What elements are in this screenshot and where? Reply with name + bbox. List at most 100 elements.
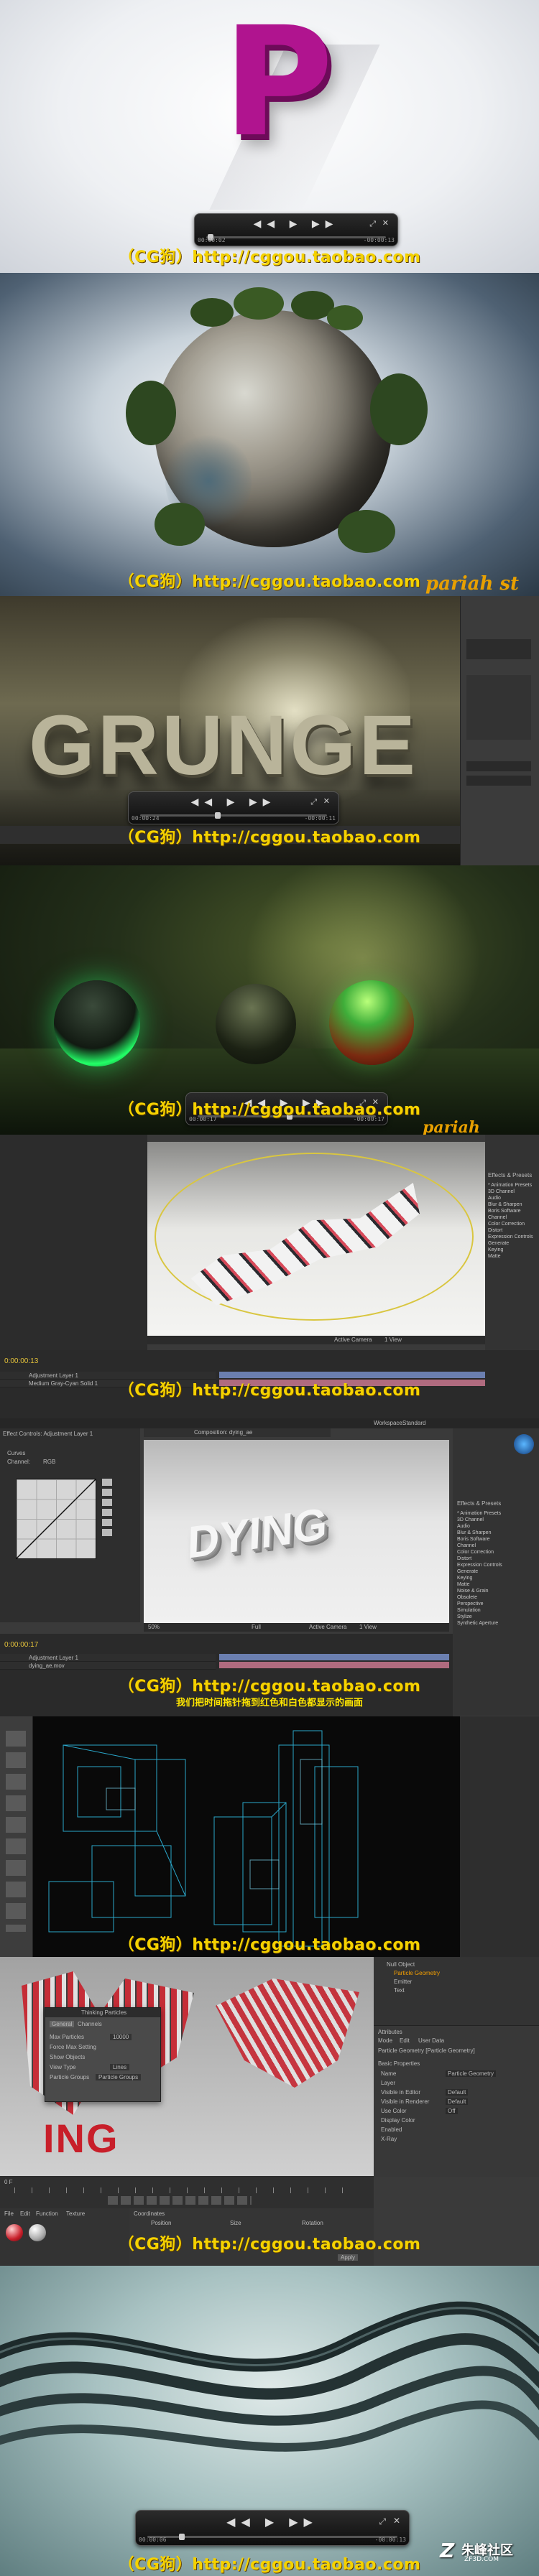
effects-item[interactable]: Boris Software [457,1536,502,1543]
player-controls[interactable]: ◀◀ ▶ ▶▶ [129,796,338,808]
effects-list[interactable]: * Animation Presets 3D Channel Audio Blu… [488,1182,533,1260]
menu-texture[interactable]: Texture [66,2210,85,2217]
use-color-value[interactable]: Off [446,2108,458,2114]
effects-item[interactable]: Color Correction [488,1221,533,1227]
effects-item[interactable]: Generate [488,1240,533,1247]
frame-indicator[interactable]: 0 F [4,2179,13,2185]
effects-item[interactable]: Blur & Sharpen [457,1530,502,1536]
video-player[interactable]: ◀◀ ▶ ▶▶ ⤢ ✕ 00:00:24 -00:00:11 [128,791,339,824]
effects-item[interactable]: Generate [457,1568,502,1575]
panel-c4d-particles: ING Thinking Particles General Channels … [0,1957,539,2266]
particle-groups-value[interactable]: Particle Groups [96,2074,142,2080]
layer-row[interactable]: dying_ae.mov [0,1662,216,1670]
close-icon[interactable]: ✕ [393,2516,400,2526]
fullscreen-icon[interactable]: ⤢ [310,797,317,807]
active-camera-menu[interactable]: Active Camera [334,1336,372,1343]
fullscreen-icon[interactable]: ⤢ [369,219,376,229]
effects-item[interactable]: * Animation Presets [488,1182,533,1189]
effects-item[interactable]: Boris Software [488,1208,533,1214]
scrubber-handle[interactable] [215,812,221,819]
tree-bottom-right [338,510,395,553]
attr-menu-userdata[interactable]: User Data [418,2037,444,2044]
view-layout-menu[interactable]: 1 View [359,1624,377,1630]
viewer-toolbar: 50% Full Active Camera 1 View [144,1623,449,1632]
effects-item[interactable]: Synthetic Aperture [457,1620,502,1627]
fullscreen-icon[interactable]: ⤢ [379,2516,386,2527]
workspace-value[interactable]: Standard [402,1420,425,1426]
effects-item[interactable]: Obsolete [457,1594,502,1601]
scrubber[interactable] [206,236,386,238]
scrubber[interactable] [140,814,327,817]
menu-file[interactable]: File [4,2210,14,2217]
effects-item[interactable]: Expression Controls [488,1234,533,1240]
object-item[interactable]: Emitter [394,1979,412,1985]
player-controls[interactable]: ◀◀ ▶ ▶▶ [136,2515,409,2529]
coords-header-size: Size [230,2220,241,2226]
max-particles-value[interactable]: 10000 [110,2034,132,2040]
effects-item[interactable]: Keying [488,1247,533,1253]
resolution-menu[interactable]: Full [252,1624,261,1630]
visible-editor-value[interactable]: Default [446,2089,469,2096]
effects-item[interactable]: Perspective [457,1601,502,1607]
workspace-label: Workspace: [374,1420,405,1426]
curve-tool-icons[interactable] [102,1479,112,1536]
view-type-value[interactable]: Lines [110,2064,130,2070]
c4d-right-panel [460,1716,539,1957]
apply-button[interactable]: Apply [338,2254,359,2261]
object-item[interactable]: Particle Geometry [394,1970,440,1976]
effects-item[interactable]: Distort [488,1227,533,1234]
effects-item[interactable]: Channel [457,1543,502,1549]
object-item[interactable]: Text [394,1987,405,1994]
effects-item[interactable]: * Animation Presets [457,1510,502,1517]
playback-buttons[interactable] [108,2196,252,2205]
scrubber-handle[interactable] [179,2534,185,2540]
menu-edit[interactable]: Edit [20,2210,30,2217]
composition-tab-label[interactable]: Composition: dying_ae [194,1429,252,1436]
effects-item[interactable]: Matte [488,1253,533,1260]
panel-cables: ◀◀ ▶ ▶▶ ⤢ ✕ 00:00:06 -00:00:13 （CG狗）http… [0,2266,539,2576]
menu-function[interactable]: Function [36,2210,58,2217]
thinking-particles-dialog[interactable]: Thinking Particles General Channels Max … [45,2007,161,2102]
curves-graph[interactable] [16,1479,96,1559]
effects-list[interactable]: * Animation Presets 3D Channel Audio Blu… [457,1510,502,1627]
scrubber[interactable] [147,2536,397,2538]
dialog-tab-general[interactable]: General [50,2021,75,2027]
video-player[interactable]: ◀◀ ▶ ▶▶ ⤢ ✕ 00:00:02 -00:00:13 [194,213,398,246]
player-controls[interactable]: ◀◀ ▶ ▶▶ [195,218,397,230]
channel-value[interactable]: RGB [43,1459,55,1465]
effects-item[interactable]: Audio [457,1523,502,1530]
effects-item[interactable]: Keying [457,1575,502,1581]
attr-menu-edit[interactable]: Edit [400,2037,410,2044]
effects-item[interactable]: Blur & Sharpen [488,1201,533,1208]
effects-item[interactable]: Audio [488,1195,533,1201]
effects-item[interactable]: Channel [488,1214,533,1221]
effects-item[interactable]: Simulation [457,1607,502,1614]
timecode[interactable]: 0:00:00:13 [4,1357,38,1365]
attributes-manager: Attributes Mode Edit User Data Particle … [374,2025,539,2177]
timecode[interactable]: 0:00:00:17 [4,1641,38,1649]
layer-row[interactable]: Adjustment Layer 1 [0,1654,216,1662]
attr-menu-mode[interactable]: Mode [378,2037,392,2044]
active-camera-menu[interactable]: Active Camera [309,1624,346,1630]
object-item[interactable]: Null Object [387,1961,415,1968]
effects-item[interactable]: 3D Channel [457,1517,502,1523]
visible-renderer-value[interactable]: Default [446,2098,469,2105]
view-layout-menu[interactable]: 1 View [384,1336,402,1343]
effects-item[interactable]: Noise & Grain [457,1588,502,1594]
comp-tab[interactable]: Composition: dying_ae [144,1428,331,1437]
effects-item[interactable]: 3D Channel [488,1189,533,1195]
effects-item[interactable]: Stylize [457,1614,502,1620]
video-player[interactable]: ◀◀ ▶ ▶▶ ⤢ ✕ 00:00:06 -00:00:13 [135,2510,410,2546]
close-icon[interactable]: ✕ [323,796,330,806]
dialog-tab-channels[interactable]: Channels [78,2021,102,2027]
effects-item[interactable]: Expression Controls [457,1562,502,1568]
close-icon[interactable]: ✕ [382,218,389,228]
basic-name-value[interactable]: Particle Geometry [446,2070,497,2077]
dialog-titlebar[interactable]: Thinking Particles [45,2008,160,2017]
timeline-ruler[interactable] [14,2187,359,2193]
zoom-level[interactable]: 50% [148,1624,160,1630]
c4d-timeline: 0 F [0,2176,374,2208]
effects-item[interactable]: Distort [457,1556,502,1562]
effects-item[interactable]: Matte [457,1581,502,1588]
effects-item[interactable]: Color Correction [457,1549,502,1556]
